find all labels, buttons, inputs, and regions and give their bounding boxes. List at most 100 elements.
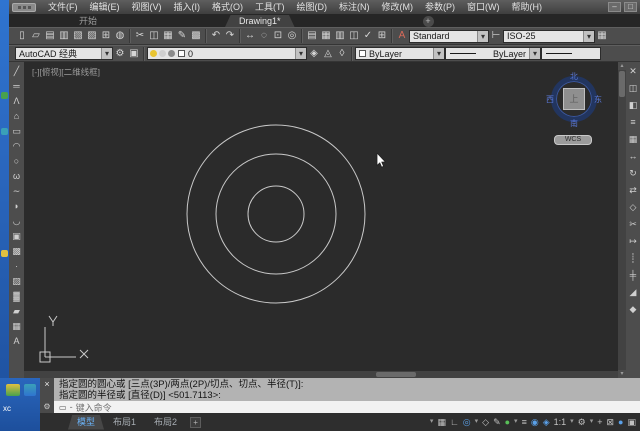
new-file-icon[interactable]: ▯ xyxy=(15,29,29,43)
region-icon[interactable]: ▰ xyxy=(11,305,23,317)
vertical-scroll-thumb[interactable] xyxy=(619,71,625,97)
minimize-button[interactable]: – xyxy=(608,2,621,12)
fullscreen-icon[interactable]: ▣ xyxy=(627,414,636,430)
zoom-realtime-icon[interactable]: ◌ xyxy=(257,29,271,43)
lineweight-icon[interactable]: ≡ xyxy=(522,414,527,430)
tab-drawing1[interactable]: Drawing1* xyxy=(225,15,295,27)
annotation-monitor-icon[interactable]: + xyxy=(597,414,602,430)
table-icon[interactable]: ▦ xyxy=(11,320,23,332)
point-icon[interactable]: ∙ xyxy=(11,260,23,272)
app-button[interactable] xyxy=(12,2,36,12)
rotate-icon[interactable]: ↻ xyxy=(627,167,639,179)
command-input[interactable]: ▭ - 键入命令 xyxy=(54,401,640,413)
viewcube-south-label[interactable]: 南 xyxy=(570,118,578,129)
web-icon[interactable]: ◍ xyxy=(113,29,127,43)
hatch-icon[interactable]: ▨ xyxy=(11,275,23,287)
menu-dimension[interactable]: 标注(N) xyxy=(333,0,376,14)
revcloud-icon[interactable]: ω xyxy=(11,170,23,182)
construction-line-icon[interactable]: ═ xyxy=(11,80,23,92)
polygon-icon[interactable]: ⌂ xyxy=(11,110,23,122)
wcs-button[interactable]: WCS xyxy=(554,135,592,145)
scale-icon[interactable]: ⇄ xyxy=(627,184,639,196)
join-icon[interactable]: ╪ xyxy=(627,269,639,281)
menu-window[interactable]: 窗口(W) xyxy=(461,0,506,14)
customize-wrench-icon[interactable]: ⚙ xyxy=(43,402,50,411)
erase-icon[interactable]: ✕ xyxy=(627,65,639,77)
menu-edit[interactable]: 编辑(E) xyxy=(84,0,126,14)
chevron-down-icon[interactable]: ▾ xyxy=(583,30,594,42)
viewcube-north-label[interactable]: 北 xyxy=(570,71,578,82)
chevron-down-icon[interactable]: ▾ xyxy=(590,414,594,430)
menu-modify[interactable]: 修改(M) xyxy=(376,0,420,14)
horizontal-scrollbar[interactable] xyxy=(24,371,618,378)
block-editor-icon[interactable]: ▩ xyxy=(189,29,203,43)
arc-icon[interactable]: ◠ xyxy=(11,140,23,152)
menu-help[interactable]: 帮助(H) xyxy=(506,0,549,14)
menu-format[interactable]: 格式(O) xyxy=(206,0,249,14)
chevron-down-icon[interactable]: ▾ xyxy=(433,48,444,59)
viewcube[interactable]: 上 北 南 东 西 xyxy=(546,71,602,128)
viewcube-top-face[interactable]: 上 xyxy=(563,88,585,110)
osnap-icon[interactable]: ✎ xyxy=(493,414,501,430)
text-style-combo[interactable]: Standard ▾ xyxy=(409,29,489,43)
hardware-acceleration-icon[interactable]: ● xyxy=(618,414,623,430)
undo-icon[interactable]: ↶ xyxy=(209,29,223,43)
rectangle-icon[interactable]: ▭ xyxy=(11,125,23,137)
tab-layout2[interactable]: 布局2 xyxy=(145,415,186,430)
chevron-down-icon[interactable]: ▾ xyxy=(570,414,574,430)
isodraft-icon[interactable]: ◇ xyxy=(482,414,489,430)
chamfer-icon[interactable]: ◢ xyxy=(627,286,639,298)
annotation-scale-value[interactable]: 1:1 xyxy=(554,414,567,430)
scroll-up-icon[interactable]: ▴ xyxy=(618,62,626,70)
circle-icon[interactable]: ○ xyxy=(11,155,23,167)
tab-start[interactable]: 开始 xyxy=(69,15,107,27)
paste-icon[interactable]: ▦ xyxy=(161,29,175,43)
menu-file[interactable]: 文件(F) xyxy=(42,0,84,14)
menu-insert[interactable]: 插入(I) xyxy=(168,0,207,14)
stretch-icon[interactable]: ◇ xyxy=(627,201,639,213)
chevron-down-icon[interactable]: ▾ xyxy=(101,48,112,59)
redo-icon[interactable]: ↷ xyxy=(223,29,237,43)
offset-icon[interactable]: ≡ xyxy=(627,116,639,128)
properties-icon[interactable]: ▤ xyxy=(305,29,319,43)
dim-style-icon[interactable]: ⊢ xyxy=(489,29,503,43)
quickcalc-icon[interactable]: ⊞ xyxy=(375,29,389,43)
tab-layout1[interactable]: 布局1 xyxy=(104,415,145,430)
menu-tools[interactable]: 工具(T) xyxy=(249,0,291,14)
tool-palettes-icon[interactable]: ▥ xyxy=(333,29,347,43)
zoom-previous-icon[interactable]: ◎ xyxy=(285,29,299,43)
fillet-icon[interactable]: ◆ xyxy=(627,303,639,315)
layer-lock-icon[interactable] xyxy=(168,50,175,57)
copy-object-icon[interactable]: ◫ xyxy=(627,82,639,94)
new-layout-button[interactable]: + xyxy=(190,416,202,428)
menu-parametric[interactable]: 参数(P) xyxy=(419,0,461,14)
extend-icon[interactable]: ↦ xyxy=(627,235,639,247)
workspace-frame-icon[interactable]: ▣ xyxy=(127,47,141,61)
viewcube-east-label[interactable]: 东 xyxy=(594,94,602,105)
chevron-down-icon[interactable]: ▾ xyxy=(477,30,488,42)
menu-draw[interactable]: 绘图(D) xyxy=(291,0,334,14)
new-tab-button[interactable]: + xyxy=(422,16,434,27)
color-combo[interactable]: ByLayer ▾ xyxy=(355,47,445,60)
gradient-icon[interactable]: ▓ xyxy=(11,290,23,302)
vertical-scrollbar[interactable]: ▴ ▾ xyxy=(618,62,626,378)
make-layer-current-icon[interactable]: ◈ xyxy=(307,47,321,61)
layer-states-icon[interactable]: ◊ xyxy=(335,47,349,61)
insert-block-icon[interactable]: ▣ xyxy=(11,230,23,242)
plot-preview-icon[interactable]: ▧ xyxy=(71,29,85,43)
chevron-down-icon[interactable]: ▾ xyxy=(475,414,479,430)
transfer-icon[interactable]: ⊞ xyxy=(99,29,113,43)
open-file-icon[interactable]: ▱ xyxy=(29,29,43,43)
tab-model[interactable]: 模型 xyxy=(68,414,105,430)
workspace-settings-gear-icon[interactable]: ⚙ xyxy=(113,47,127,61)
spline-icon[interactable]: ∼ xyxy=(11,185,23,197)
layer-freeze-icon[interactable] xyxy=(159,50,166,57)
layer-previous-icon[interactable]: ◬ xyxy=(321,47,335,61)
layer-bulb-icon[interactable] xyxy=(150,50,157,57)
break-icon[interactable]: ┊ xyxy=(627,252,639,264)
workspace-combo[interactable]: AutoCAD 经典 ▾ xyxy=(15,47,113,60)
designcenter-icon[interactable]: ▦ xyxy=(319,29,333,43)
polyline-icon[interactable]: Λ xyxy=(11,95,23,107)
make-block-icon[interactable]: ▩ xyxy=(11,245,23,257)
annotation-visibility-icon[interactable]: ◉ xyxy=(531,414,539,430)
